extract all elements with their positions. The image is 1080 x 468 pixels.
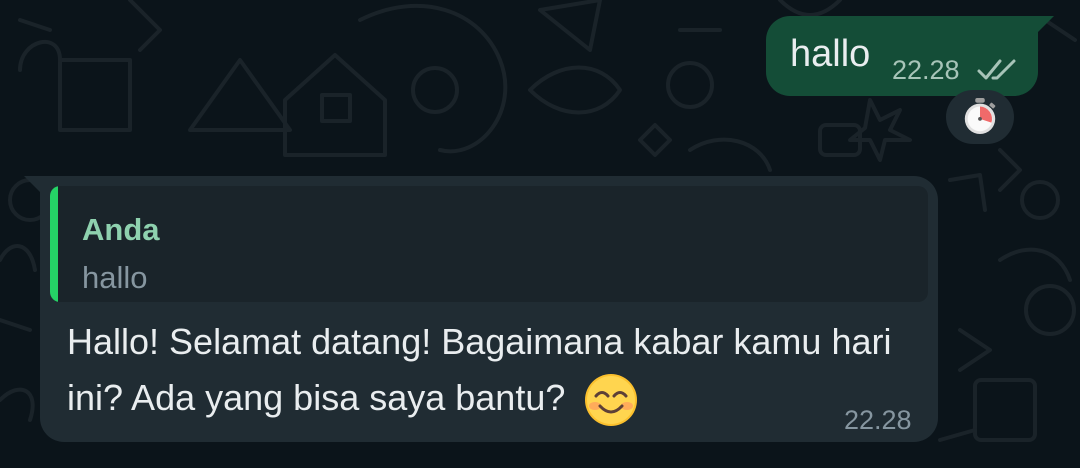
incoming-message-bubble[interactable]: Anda hallo Hallo! Selamat datang! Bagaim… [24, 176, 938, 442]
incoming-message-text: Hallo! Selamat datang! Bagaimana kabar k… [67, 321, 892, 418]
chat-view[interactable]: hallo 22.28 Anda hallo Hallo! Selamat da… [0, 0, 1080, 468]
reply-quote-text: hallo [82, 260, 148, 295]
smiling-face-emoji-icon [585, 374, 638, 427]
reply-quote-author: Anda [82, 212, 160, 247]
outgoing-message-text: hallo [790, 33, 871, 75]
incoming-message-body: Hallo! Selamat datang! Bagaimana kabar k… [67, 314, 897, 428]
reply-quote[interactable]: Anda hallo [50, 186, 928, 302]
double-check-icon [977, 59, 1016, 80]
reply-quote-accent-bar [50, 186, 58, 302]
outgoing-message-bubble[interactable]: hallo 22.28 [766, 16, 1054, 96]
outgoing-message-time: 22.28 [892, 55, 960, 85]
stopwatch-icon [964, 97, 996, 135]
disappearing-message-badge [946, 90, 1014, 144]
incoming-message-time: 22.28 [844, 405, 912, 435]
